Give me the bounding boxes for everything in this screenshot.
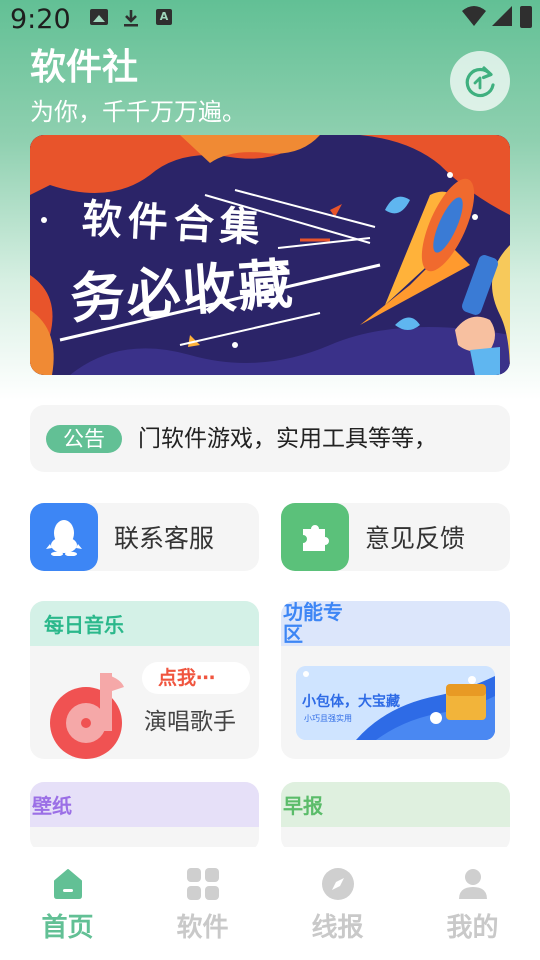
notice-marquee-text: 门软件游戏，实用工具等等， xyxy=(138,426,437,452)
promo-sub-text: 小巧且强实用 xyxy=(304,713,352,723)
refresh-button[interactable] xyxy=(450,51,510,111)
nav-profile[interactable]: 我的 xyxy=(405,847,540,960)
promo-main-text: 小包体，大宝藏 xyxy=(302,693,400,710)
bottom-nav: 首页 软件 线报 我的 xyxy=(0,847,540,960)
banner-subheadline: 务必收藏 xyxy=(68,252,297,331)
feedback-button[interactable]: 意见反馈 xyxy=(281,503,510,571)
promo-banner[interactable]: 软件合集 务必收藏 xyxy=(30,135,510,375)
features-card[interactable]: 功能专区 小包体，大宝藏 小巧且强实用 xyxy=(281,601,510,759)
contact-support-button[interactable]: 联系客服 xyxy=(30,503,259,571)
promo-artwork: 小包体，大宝藏 小巧且强实用 xyxy=(296,666,495,740)
status-bar: 9:20 A xyxy=(0,0,540,40)
a-notification-icon: A xyxy=(156,9,172,25)
nav-software-label: 软件 xyxy=(176,913,229,943)
news-header: 早报 xyxy=(281,782,510,827)
profile-icon xyxy=(458,869,487,899)
nav-home-label: 首页 xyxy=(41,913,94,943)
contact-support-label: 联系客服 xyxy=(114,524,215,553)
signal-icon xyxy=(492,6,512,30)
daily-music-card[interactable]: 每日音乐 点我⋯ 演唱歌手 xyxy=(30,601,259,759)
wallpaper-card[interactable]: 壁纸 xyxy=(30,782,259,852)
nav-deals[interactable]: 线报 xyxy=(270,847,405,960)
features-header: 功能专区 xyxy=(281,601,510,646)
nav-home[interactable]: 首页 xyxy=(0,847,135,960)
feedback-label: 意见反馈 xyxy=(365,524,466,553)
wallpaper-header: 壁纸 xyxy=(30,782,259,827)
daily-music-header: 每日音乐 xyxy=(30,601,259,646)
features-title: 功能专区 xyxy=(283,601,343,646)
wifi-icon xyxy=(462,6,486,30)
music-note-icon xyxy=(50,673,124,759)
notice-bar[interactable]: 公告 门软件游戏，实用工具等等， xyxy=(30,405,510,472)
nav-profile-label: 我的 xyxy=(446,913,499,943)
news-card[interactable]: 早报 xyxy=(281,782,510,852)
apps-grid-icon xyxy=(186,868,219,900)
wallpaper-title: 壁纸 xyxy=(32,794,72,818)
nav-deals-label: 线报 xyxy=(311,913,364,943)
app-title: 软件社 xyxy=(30,47,139,88)
qq-penguin-icon xyxy=(30,503,98,571)
app-subtitle: 为你，千千万万遍。 xyxy=(30,98,246,126)
home-icon xyxy=(53,869,82,899)
music-singer-label: 演唱歌手 xyxy=(144,709,236,735)
status-time: 9:20 xyxy=(10,4,71,35)
compass-icon xyxy=(321,868,354,900)
features-promo-image[interactable]: 小包体，大宝藏 小巧且强实用 xyxy=(296,666,495,740)
notice-badge: 公告 xyxy=(46,425,122,453)
puzzle-icon xyxy=(281,503,349,571)
news-title: 早报 xyxy=(283,794,323,818)
image-notification-icon xyxy=(90,9,108,25)
battery-icon xyxy=(520,6,532,28)
download-icon xyxy=(122,9,140,27)
nav-software[interactable]: 软件 xyxy=(135,847,270,960)
daily-music-title: 每日音乐 xyxy=(44,613,124,637)
refresh-icon xyxy=(465,66,495,98)
music-tap-bubble[interactable]: 点我⋯ xyxy=(142,662,250,694)
